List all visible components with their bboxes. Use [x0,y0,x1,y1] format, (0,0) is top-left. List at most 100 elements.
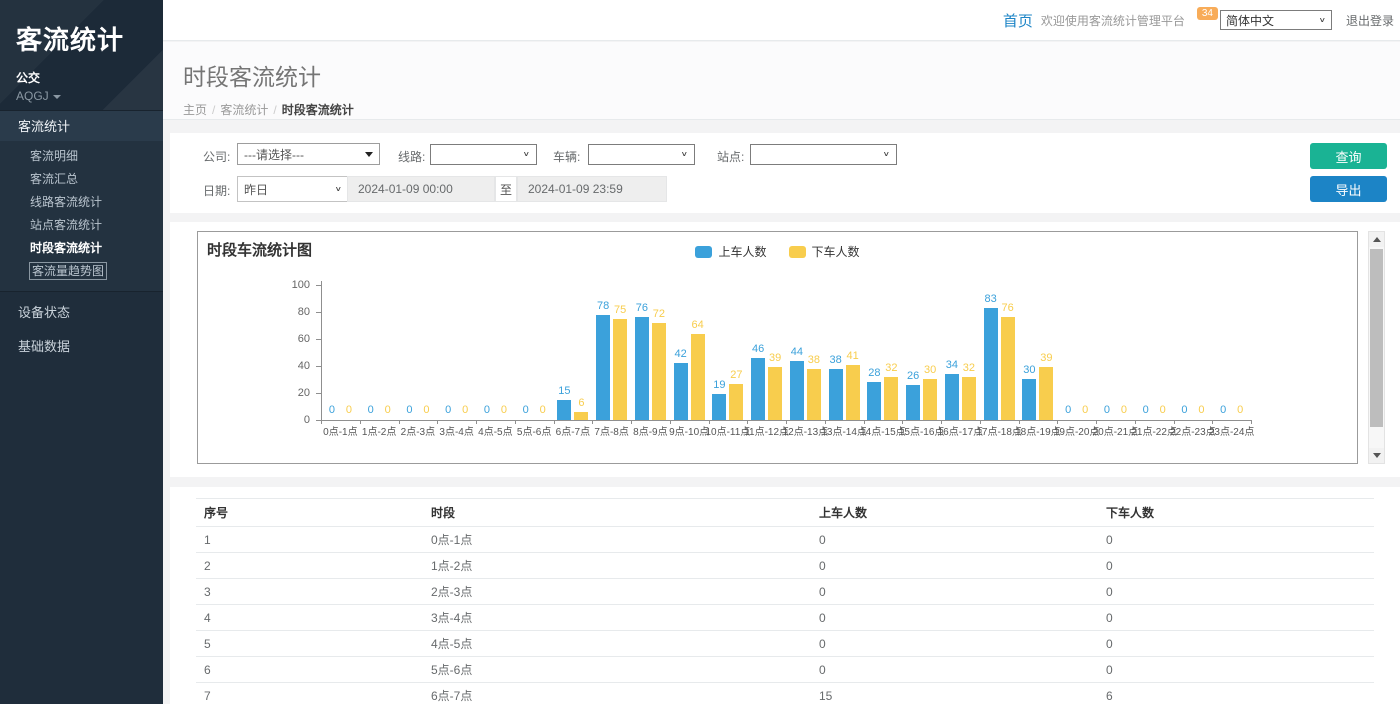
bar-value-label: 75 [614,304,626,316]
chevron-down-icon: ∨ [523,151,530,159]
bar-value-label: 0 [1065,404,1071,416]
col-header-index: 序号 [196,499,423,527]
bar-value-label: 15 [558,385,570,397]
org-name: 公交 [16,69,163,86]
sidebar-item-station-stats[interactable]: 站点客流统计 [0,214,163,237]
x-axis-tick-label: 23点-24点 [1209,423,1255,438]
bar-value-label: 46 [752,343,764,355]
bar-value-label: 0 [385,404,391,416]
dropdown-arrow-icon [365,152,373,157]
bar-value-label: 0 [368,404,374,416]
x-axis-tick-label: 0点-1点 [323,423,357,438]
x-axis-tick-label: 9点-10点 [669,423,709,438]
y-axis-tick-label: 20 [198,387,310,399]
bar-value-label: 41 [847,350,859,362]
bar-value-label: 19 [713,379,725,391]
table-cell: 3 [196,579,423,605]
bar-value-label: 72 [653,308,665,320]
notification-badge[interactable]: 34 [1197,7,1218,20]
date-preset-select[interactable]: 昨日∨ [237,176,349,202]
sidebar-item-device-status[interactable]: 设备状态 [0,300,163,326]
chart-scrollbar[interactable] [1368,231,1385,464]
bar-value-label: 30 [924,364,936,376]
logout-link[interactable]: 退出登录 [1346,12,1394,29]
table-cell: 0 [1098,527,1374,553]
breadcrumb-home[interactable]: 主页 [183,103,207,117]
bar-boarding [867,382,881,420]
table-cell: 0 [811,631,1098,657]
search-button[interactable]: 查询 [1310,143,1387,169]
sidebar-item-flow-summary[interactable]: 客流汇总 [0,168,163,191]
table-cell: 0点-1点 [423,527,811,553]
sidebar-item-period-stats[interactable]: 时段客流统计 [0,237,163,260]
date-from-input[interactable]: 2024-01-09 00:00 [347,176,495,202]
sidebar-item-flow-detail[interactable]: 客流明细 [0,145,163,168]
app-title: 客流统计 [16,20,163,57]
company-select[interactable]: ---请选择--- [237,143,380,165]
station-select[interactable]: ∨ [750,144,897,165]
y-axis-tick-label: 40 [198,360,310,372]
bar-value-label: 76 [1002,302,1014,314]
bar-alighting [768,367,782,420]
bar-value-label: 32 [963,362,975,374]
x-axis-tick-label: 2点-3点 [401,423,435,438]
bar-boarding [1022,379,1036,420]
bar-boarding [596,315,610,420]
bar-alighting [1039,367,1053,420]
line-label: 线路: [398,148,425,165]
date-to-input[interactable]: 2024-01-09 23:59 [517,176,667,202]
table-cell: 0 [1098,605,1374,631]
x-axis-tick-label: 5点-6点 [517,423,551,438]
language-select[interactable]: 简体中文∨ [1220,10,1332,30]
y-axis-tick-label: 0 [198,414,310,426]
line-select[interactable]: ∨ [430,144,537,165]
export-button[interactable]: 导出 [1310,176,1387,202]
bar-value-label: 0 [523,404,529,416]
home-link[interactable]: 首页 [1003,10,1033,31]
table-row: 21点-2点00 [196,553,1374,579]
bar-value-label: 0 [501,404,507,416]
bar-alighting [574,412,588,420]
bar-value-label: 34 [946,359,958,371]
sidebar: 客流统计 公交 AQGJ 客流统计 客流明细 客流汇总 线路客流统计 站点客流统… [0,0,163,704]
x-axis-tick-label: 8点-9点 [633,423,667,438]
breadcrumb: 主页/客流统计/时段客流统计 [183,101,1400,118]
breadcrumb-passenger-stats[interactable]: 客流统计 [220,103,268,117]
user-dropdown[interactable]: AQGJ [16,89,163,103]
bar-value-label: 0 [1082,404,1088,416]
bar-value-label: 0 [406,404,412,416]
sidebar-item-base-data[interactable]: 基础数据 [0,334,163,360]
bar-boarding [635,317,649,420]
chevron-down-icon: ∨ [1319,16,1326,24]
table-cell: 15 [811,683,1098,704]
scroll-up-icon[interactable] [1369,232,1384,247]
app-logo: 客流统计 公交 AQGJ [0,0,163,110]
vehicle-select[interactable]: ∨ [588,144,695,165]
chevron-down-icon: ∨ [681,151,688,159]
y-axis-tick-label: 100 [198,279,310,291]
bar-value-label: 78 [597,300,609,312]
table-cell: 0 [1098,579,1374,605]
bar-value-label: 0 [1160,404,1166,416]
col-header-boarding: 上车人数 [811,499,1098,527]
page-heading: 时段客流统计 主页/客流统计/时段客流统计 [163,42,1400,120]
bar-alighting [1001,317,1015,420]
bar-alighting [846,365,860,420]
table-cell: 0 [811,553,1098,579]
sidebar-section-passenger-stats[interactable]: 客流统计 [0,110,163,141]
table-cell: 4点-5点 [423,631,811,657]
x-axis-tick-label: 4点-5点 [478,423,512,438]
bar-alighting [884,377,898,420]
bar-boarding [674,363,688,420]
sidebar-item-line-stats[interactable]: 线路客流统计 [0,191,163,214]
bar-value-label: 39 [769,352,781,364]
table-cell: 6 [1098,683,1374,704]
bar-alighting [652,323,666,420]
company-label: 公司: [203,148,230,165]
table-cell: 1 [196,527,423,553]
table-cell: 2 [196,553,423,579]
breadcrumb-current: 时段客流统计 [282,103,354,117]
scroll-down-icon[interactable] [1369,448,1384,463]
scrollbar-thumb[interactable] [1370,249,1383,427]
sidebar-item-trend-chart[interactable]: 客流量趋势图 [0,260,163,283]
